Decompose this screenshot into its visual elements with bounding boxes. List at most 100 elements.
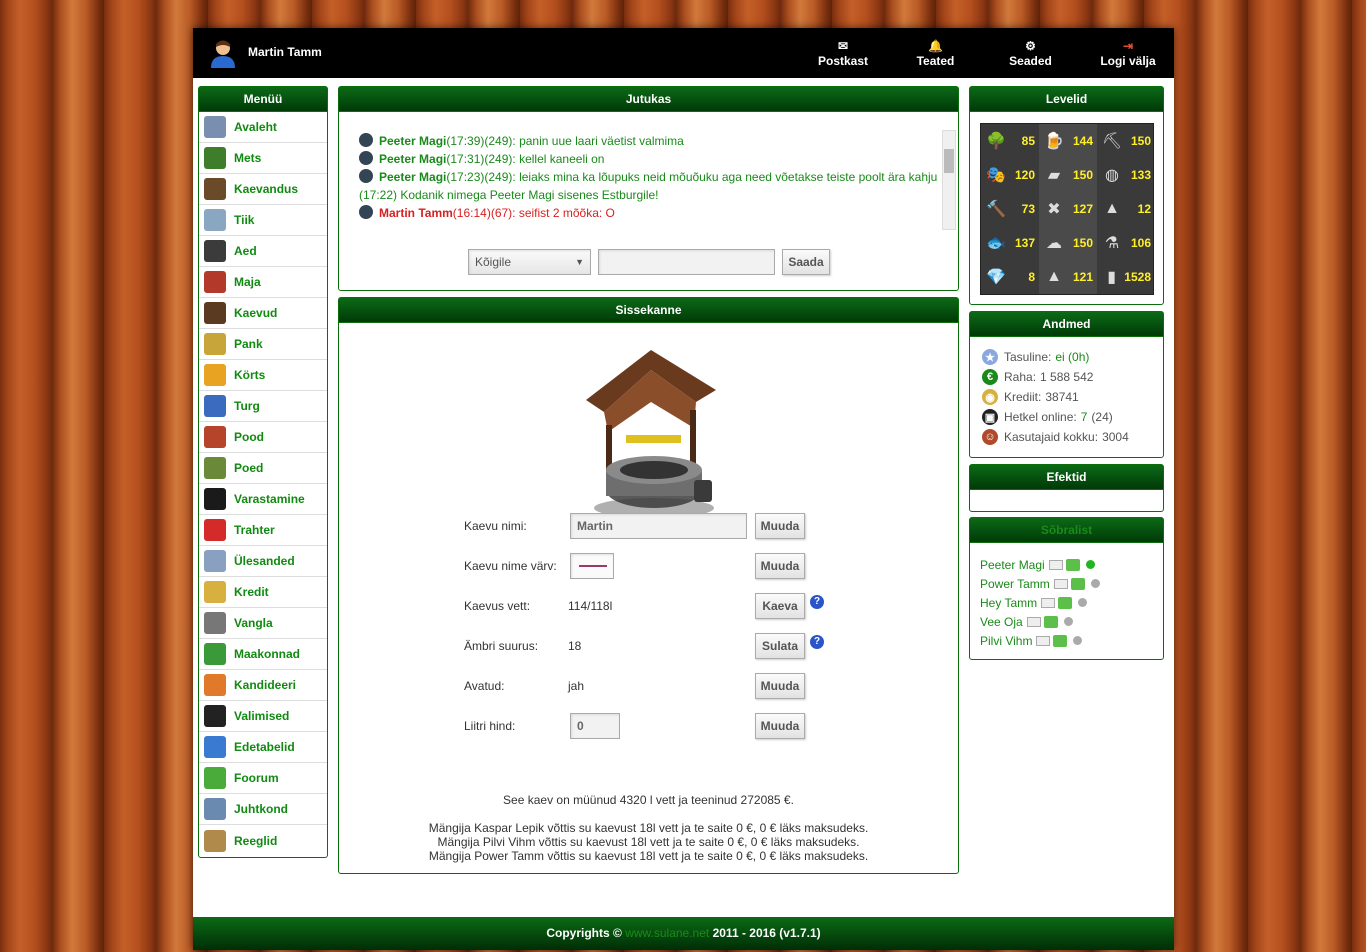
shops-icon: [204, 457, 226, 479]
data-value[interactable]: 7: [1081, 410, 1088, 424]
chat-author[interactable]: Martin Tamm: [379, 206, 453, 220]
menu-item-22[interactable]: Juhtkond: [199, 794, 327, 825]
menu-item-9[interactable]: Turg: [199, 391, 327, 422]
help-icon[interactable]: ?: [810, 635, 824, 649]
nav-teated[interactable]: 🔔 Teated: [908, 38, 963, 68]
menu-item-label: Juhtkond: [234, 802, 288, 816]
menu-item-10[interactable]: Pood: [199, 422, 327, 453]
user-avatar-icon[interactable]: [208, 38, 238, 68]
entry-row-button[interactable]: Muuda: [755, 673, 805, 699]
chat-author[interactable]: Peeter Magi: [379, 152, 446, 166]
entry-row-label: Liitri hind:: [464, 719, 516, 733]
effects-panel: Efektid: [969, 464, 1164, 512]
chat-scrollbar[interactable]: [942, 130, 956, 230]
send-money-icon[interactable]: [1065, 558, 1080, 571]
message-icon[interactable]: [1048, 559, 1063, 570]
menu-item-5[interactable]: Maja: [199, 267, 327, 298]
online-status-icon: [1063, 617, 1073, 626]
help-icon[interactable]: ?: [810, 595, 824, 609]
menu-item-3[interactable]: Tiik: [199, 205, 327, 236]
footer: Copyrights © www.sulane.net 2011 - 2016 …: [193, 917, 1174, 950]
nav-seaded[interactable]: ⚙ Seaded: [1003, 38, 1058, 68]
message-icon[interactable]: [1036, 635, 1051, 646]
friend-name[interactable]: Vee Oja: [980, 615, 1023, 629]
friends-title[interactable]: Sõbralist: [970, 518, 1163, 543]
data-row: ▣ Hetkel online: 7 (24): [982, 407, 1129, 427]
send-money-icon[interactable]: [1053, 634, 1068, 647]
level-cell: 🐟 137: [981, 226, 1039, 260]
friend-name[interactable]: Pilvi Vihm: [980, 634, 1032, 648]
data-label: Kasutajaid kokku:: [1004, 430, 1099, 444]
menu-item-4[interactable]: Aed: [199, 236, 327, 267]
nav-teated-label: Teated: [916, 54, 955, 68]
menu-item-15[interactable]: Kredit: [199, 577, 327, 608]
friend-name[interactable]: Peeter Magi: [980, 558, 1045, 572]
well-name-input[interactable]: Martin: [570, 513, 747, 539]
message-icon[interactable]: [1053, 578, 1068, 589]
chat-message: Martin Tamm(16:14)(67): seifist 2 mõõka:…: [359, 204, 957, 222]
friend-name[interactable]: Power Tamm: [980, 577, 1050, 591]
send-money-icon[interactable]: [1058, 596, 1073, 609]
menu-item-0[interactable]: Avaleht: [199, 112, 327, 143]
menu-item-7[interactable]: Pank: [199, 329, 327, 360]
menu-item-19[interactable]: Valimised: [199, 701, 327, 732]
menu-item-8[interactable]: Körts: [199, 360, 327, 391]
chat-author[interactable]: Peeter Magi: [379, 170, 446, 184]
menu-item-18[interactable]: Kandideeri: [199, 670, 327, 701]
online-status-icon: [1090, 579, 1100, 588]
menu-item-16[interactable]: Vangla: [199, 608, 327, 639]
menu-item-14[interactable]: Ülesanded: [199, 546, 327, 577]
send-money-icon[interactable]: [1070, 577, 1085, 590]
message-icon[interactable]: [1026, 616, 1041, 627]
chat-panel: Jutukas Peeter Magi(17:39)(249): panin u…: [338, 86, 959, 291]
monitor-icon: ▣: [982, 409, 998, 425]
entry-row-button[interactable]: Muuda: [755, 553, 805, 579]
well-image: [586, 350, 716, 518]
level-cell: ⛏ 150: [1097, 124, 1155, 158]
entry-row-button[interactable]: Kaeva: [755, 593, 805, 619]
menu-item-13[interactable]: Trahter: [199, 515, 327, 546]
chat-author[interactable]: Peeter Magi: [379, 134, 446, 148]
chat-log[interactable]: Peeter Magi(17:39)(249): panin uue laari…: [359, 132, 957, 229]
user-name[interactable]: Martin Tamm: [248, 45, 322, 59]
message-icon[interactable]: [1041, 597, 1056, 608]
chat-scroll-thumb[interactable]: [944, 149, 954, 173]
star-icon: ★: [982, 349, 998, 365]
menu-item-label: Turg: [234, 399, 260, 413]
nav-postkast[interactable]: ✉ Postkast: [813, 38, 873, 68]
menu-item-11[interactable]: Poed: [199, 453, 327, 484]
friend-name[interactable]: Hey Tamm: [980, 596, 1037, 610]
level-cell: ▲ 12: [1097, 192, 1155, 226]
nav-logout[interactable]: ⇥ Logi välja: [1095, 38, 1161, 68]
menu-item-17[interactable]: Maakonnad: [199, 639, 327, 670]
level-cell: 🎭 120: [981, 158, 1039, 192]
chat-send-button[interactable]: Saada: [782, 249, 830, 275]
menu-item-label: Maja: [234, 275, 261, 289]
menu-item-12[interactable]: Varastamine: [199, 484, 327, 515]
gold-bar-icon: ▰: [1047, 167, 1061, 184]
menu-item-20[interactable]: Edetabelid: [199, 732, 327, 763]
chat-message-input[interactable]: [598, 249, 775, 275]
chat-text: (17:22) Kodanik nimega Peeter Magi sisen…: [359, 188, 659, 202]
menu-item-21[interactable]: Foorum: [199, 763, 327, 794]
user-badge-icon: [359, 169, 373, 183]
send-money-icon[interactable]: [1043, 615, 1058, 628]
menu-item-1[interactable]: Mets: [199, 143, 327, 174]
data-rows: ★ Tasuline: ei (0h) € Raha: 1 588 542 ◉ Krediit…: [982, 347, 1129, 447]
pickaxe-icon: ⛏: [1101, 133, 1123, 150]
menu-item-2[interactable]: Kaevandus: [199, 174, 327, 205]
footer-link[interactable]: www.sulane.net: [625, 926, 709, 940]
entry-row-button[interactable]: Muuda: [755, 513, 805, 539]
entry-row-button[interactable]: Sulata: [755, 633, 805, 659]
dropdown-arrow-icon: ▼: [575, 257, 584, 267]
euro-icon: €: [982, 369, 998, 385]
menu-item-6[interactable]: Kaevud: [199, 298, 327, 329]
entry-row-button[interactable]: Muuda: [755, 713, 805, 739]
chat-target-select[interactable]: Kõigile ▼: [468, 249, 591, 275]
level-value: 150: [1072, 236, 1093, 250]
menu-item-23[interactable]: Reeglid: [199, 825, 327, 856]
friend-row: Hey Tamm: [980, 593, 1100, 612]
liter-price-input[interactable]: 0: [570, 713, 620, 739]
name-color-picker[interactable]: [570, 553, 614, 579]
data-value[interactable]: ei (0h): [1055, 350, 1089, 364]
